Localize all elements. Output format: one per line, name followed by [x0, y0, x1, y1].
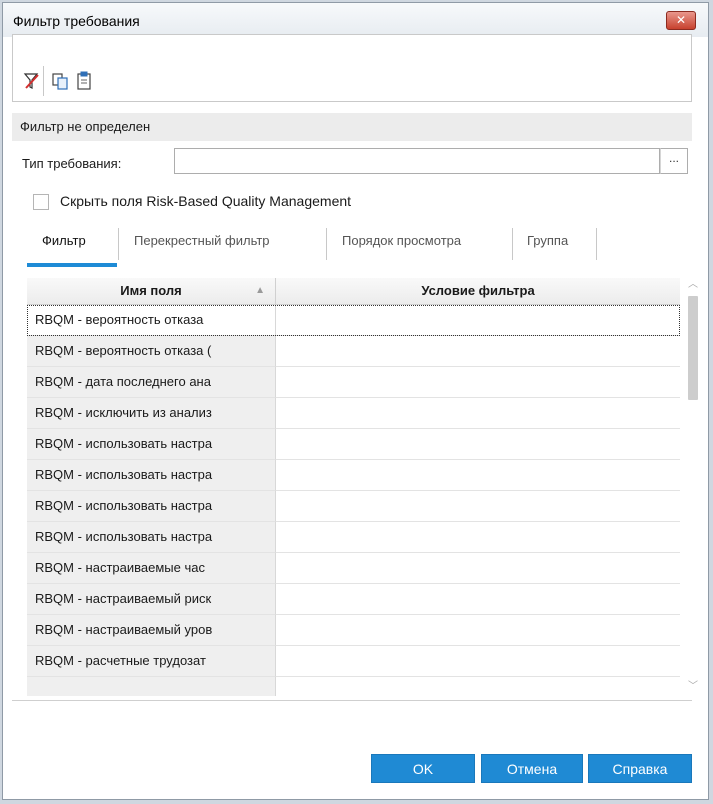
hide-rbqm-label: Скрыть поля Risk-Based Quality Managemen… [60, 193, 352, 209]
table-row[interactable]: RBQM - расчетные трудозат [27, 646, 680, 677]
field-name-cell[interactable]: RBQM - вероятность отказа [27, 305, 276, 336]
filter-condition-cell[interactable] [276, 336, 680, 367]
scroll-up-icon[interactable]: ︿ [684, 278, 702, 292]
field-name-cell[interactable]: RBQM - использовать настра [27, 522, 276, 553]
table-row[interactable]: RBQM - использовать настра [27, 460, 680, 491]
table-row[interactable]: RBQM - настраиваемый уров [27, 615, 680, 646]
tab-separator [596, 228, 597, 260]
requirement-type-label: Тип требования: [22, 156, 122, 171]
grid-body: RBQM - вероятность отказа RBQM - вероятно… [27, 305, 680, 696]
title-bar: Фильтр требования ✕ [3, 3, 708, 37]
active-tab-indicator [27, 263, 117, 267]
filter-condition-cell[interactable] [276, 584, 680, 615]
filter-condition-cell[interactable] [276, 491, 680, 522]
requirement-type-input[interactable] [174, 148, 660, 174]
filter-status: Фильтр не определен [12, 113, 692, 141]
table-row[interactable]: RBQM - использовать настра [27, 429, 680, 460]
tab-cross-filter[interactable]: Перекрестный фильтр [134, 233, 270, 248]
filter-condition-cell[interactable] [276, 522, 680, 553]
tab-filter[interactable]: Фильтр [42, 233, 86, 248]
field-name-cell[interactable]: RBQM - использовать настра [27, 491, 276, 522]
column-header-filter-condition[interactable]: Условие фильтра [276, 278, 680, 304]
tab-group[interactable]: Группа [527, 233, 568, 248]
tab-separator [512, 228, 513, 260]
field-name-cell[interactable]: RBQM - использовать настра [27, 429, 276, 460]
tab-separator [118, 228, 119, 260]
toolbar-separator [43, 66, 44, 96]
filter-condition-cell[interactable] [276, 305, 680, 336]
requirement-type-browse-button[interactable]: ... [660, 148, 688, 174]
column-header-field-name[interactable]: Имя поля ▲ [27, 278, 276, 304]
filter-condition-cell[interactable] [276, 460, 680, 491]
filter-condition-cell[interactable] [276, 553, 680, 584]
cancel-button[interactable]: Отмена [481, 754, 583, 783]
grid-header: Имя поля ▲ Условие фильтра [27, 278, 680, 305]
table-row[interactable]: RBQM - настраиваемый риск [27, 584, 680, 615]
field-name-cell[interactable]: RBQM - исключить из анализ [27, 398, 276, 429]
filter-condition-cell[interactable] [276, 646, 680, 677]
filter-condition-cell[interactable] [276, 677, 680, 696]
field-name-cell[interactable]: RBQM - расчетные трудозат [27, 646, 276, 677]
table-row[interactable]: RBQM - исключить из анализ [27, 398, 680, 429]
field-name-cell[interactable]: RBQM - настраиваемый риск [27, 584, 276, 615]
tab-view-order[interactable]: Порядок просмотра [342, 233, 461, 248]
field-name-cell[interactable] [27, 677, 276, 696]
field-name-cell[interactable]: RBQM - дата последнего ана [27, 367, 276, 398]
ok-button[interactable]: OK [371, 754, 475, 783]
column-header-field-name-label: Имя поля [120, 283, 182, 298]
grid-scrollbar[interactable]: ︿ ﹀ [684, 278, 702, 696]
table-row[interactable]: RBQM - дата последнего ана [27, 367, 680, 398]
field-name-cell[interactable]: RBQM - настраиваемый уров [27, 615, 276, 646]
hide-rbqm-checkbox[interactable] [33, 194, 49, 210]
help-button[interactable]: Справка [588, 754, 692, 783]
tab-separator [326, 228, 327, 260]
toolbar-top [12, 34, 692, 62]
filter-condition-cell[interactable] [276, 615, 680, 646]
field-name-cell[interactable]: RBQM - настраиваемые час [27, 553, 276, 584]
field-name-cell[interactable]: RBQM - использовать настра [27, 460, 276, 491]
close-button[interactable]: ✕ [666, 11, 696, 30]
scrollbar-thumb[interactable] [688, 296, 698, 400]
paste-icon[interactable] [74, 70, 94, 92]
footer-divider [12, 700, 692, 701]
table-row[interactable] [27, 677, 680, 696]
filter-condition-cell[interactable] [276, 367, 680, 398]
scroll-down-icon[interactable]: ﹀ [684, 680, 702, 694]
toolbar [12, 62, 692, 102]
filter-condition-cell[interactable] [276, 429, 680, 460]
filter-grid: Имя поля ▲ Условие фильтра RBQM - вероят… [27, 278, 680, 696]
dialog-title: Фильтр требования [13, 13, 140, 29]
filter-condition-cell[interactable] [276, 398, 680, 429]
table-row[interactable]: RBQM - использовать настра [27, 522, 680, 553]
filter-clear-icon[interactable] [22, 70, 42, 92]
table-row[interactable]: RBQM - вероятность отказа [27, 305, 680, 336]
copy-icon[interactable] [50, 70, 70, 92]
table-row[interactable]: RBQM - настраиваемые час [27, 553, 680, 584]
sort-ascending-icon: ▲ [255, 285, 265, 296]
field-name-cell[interactable]: RBQM - вероятность отказа ( [27, 336, 276, 367]
table-row[interactable]: RBQM - использовать настра [27, 491, 680, 522]
table-row[interactable]: RBQM - вероятность отказа ( [27, 336, 680, 367]
